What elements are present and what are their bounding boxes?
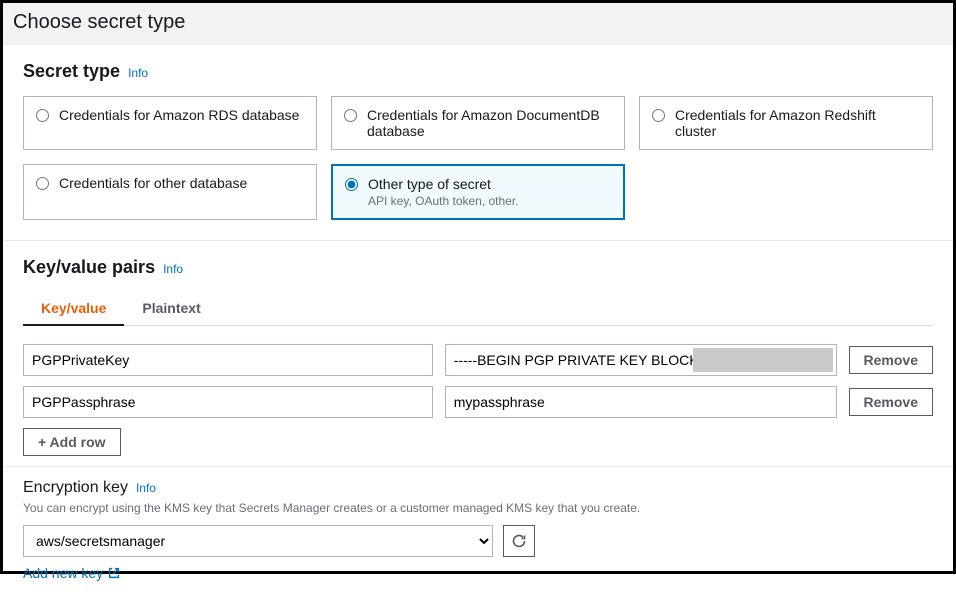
external-link-icon — [107, 566, 121, 580]
kv-row-1: Remove — [23, 386, 933, 418]
tile-documentdb-label: Credentials for Amazon DocumentDB databa… — [367, 107, 612, 139]
radio-redshift[interactable] — [652, 109, 665, 122]
tab-plaintext[interactable]: Plaintext — [124, 292, 218, 325]
tile-other-secret[interactable]: Other type of secret API key, OAuth toke… — [331, 164, 625, 220]
refresh-icon — [511, 533, 527, 549]
tile-other-db[interactable]: Credentials for other database — [23, 164, 317, 220]
kv-row-0: Remove — [23, 344, 933, 376]
kv-title: Key/value pairs — [23, 257, 155, 278]
tile-redshift-label: Credentials for Amazon Redshift cluster — [675, 107, 920, 139]
encryption-desc: You can encrypt using the KMS key that S… — [23, 501, 933, 515]
refresh-button[interactable] — [503, 525, 535, 557]
tile-redshift[interactable]: Credentials for Amazon Redshift cluster — [639, 96, 933, 150]
tile-rds[interactable]: Credentials for Amazon RDS database — [23, 96, 317, 150]
kv-key-input-0[interactable] — [23, 344, 433, 376]
info-link-encryption[interactable]: Info — [136, 481, 156, 495]
masked-overlay-0 — [693, 348, 833, 372]
tile-other-db-label: Credentials for other database — [59, 175, 247, 191]
tile-documentdb[interactable]: Credentials for Amazon DocumentDB databa… — [331, 96, 625, 150]
radio-other-secret[interactable] — [345, 178, 358, 191]
page-header: Choose secret type — [3, 3, 953, 45]
encryption-title: Encryption key — [23, 479, 128, 497]
add-row-button[interactable]: + Add row — [23, 428, 121, 456]
remove-button-1[interactable]: Remove — [849, 388, 933, 416]
tile-other-secret-label: Other type of secret — [368, 176, 519, 192]
tile-other-secret-sub: API key, OAuth token, other. — [368, 194, 519, 208]
info-link-secret-type[interactable]: Info — [128, 66, 148, 80]
kv-key-input-1[interactable] — [23, 386, 433, 418]
radio-rds[interactable] — [36, 109, 49, 122]
kv-value-input-1[interactable] — [445, 386, 837, 418]
secret-type-title: Secret type — [23, 61, 120, 82]
add-new-key-link[interactable]: Add new key — [23, 565, 121, 581]
radio-documentdb[interactable] — [344, 109, 357, 122]
encryption-key-select[interactable]: aws/secretsmanager — [23, 525, 493, 557]
page-title: Choose secret type — [13, 11, 185, 33]
tile-rds-label: Credentials for Amazon RDS database — [59, 107, 299, 123]
remove-button-0[interactable]: Remove — [849, 346, 933, 374]
tab-key-value[interactable]: Key/value — [23, 292, 124, 326]
radio-other-db[interactable] — [36, 177, 49, 190]
info-link-kv[interactable]: Info — [163, 262, 183, 276]
